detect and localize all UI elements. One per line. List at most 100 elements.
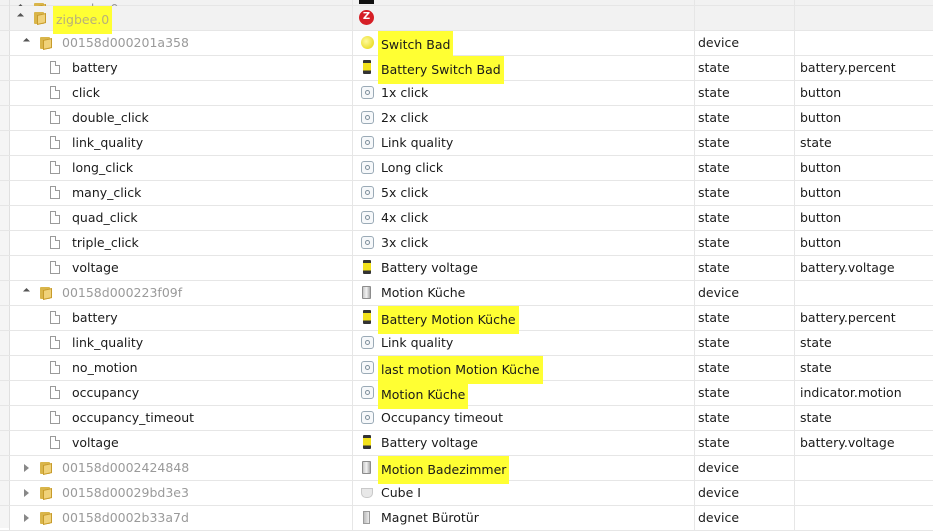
file-icon [50, 61, 60, 74]
state-icon [361, 236, 374, 249]
object-id[interactable]: voltage [72, 431, 119, 455]
object-title: Motion Küche [381, 285, 466, 300]
object-id[interactable]: 00158d000201a358 [62, 31, 189, 55]
object-id[interactable]: zigbee.0 [53, 6, 113, 34]
logo-icon [359, 0, 374, 4]
tree-state-row[interactable]: link_quality Link quality state state [0, 131, 933, 156]
tree-line [9, 56, 10, 80]
file-icon [50, 111, 60, 124]
tree-folder-row[interactable]: 00158d0002424848 Motion Badezimmer device [0, 456, 933, 484]
battery-icon [363, 310, 371, 324]
object-id[interactable]: 00158d000223f09f [62, 281, 182, 305]
name-cell: voltage [0, 256, 352, 280]
tree-state-row[interactable]: many_click 5x click state button [0, 181, 933, 206]
tree-folder-row[interactable]: 00158d00029bd3e3 Cube I device [0, 481, 933, 506]
tree-state-row[interactable]: battery Battery Motion Küche state battery.… [0, 306, 933, 334]
file-icon [50, 136, 60, 149]
object-id[interactable]: no_motion [72, 356, 138, 380]
tree-line [9, 506, 10, 530]
object-id[interactable]: occupancy [72, 381, 139, 405]
object-id[interactable]: many_click [72, 181, 141, 205]
object-title: Switch Bad [378, 31, 454, 59]
title-cell: Cube I [352, 481, 695, 505]
object-id[interactable]: link_quality [72, 331, 143, 355]
yellow-ball-icon [361, 36, 374, 49]
tree-state-row[interactable]: triple_click 3x click state button [0, 231, 933, 256]
tree-state-row[interactable]: quad_click 4x click state button [0, 206, 933, 231]
motion-sensor-icon [362, 461, 371, 474]
tree-state-row[interactable]: click 1x click state button [0, 81, 933, 106]
tree-state-row[interactable]: link_quality Link quality state state [0, 331, 933, 356]
state-icon [361, 361, 374, 374]
object-id[interactable]: voltage [72, 256, 119, 280]
object-title: Link quality [381, 135, 454, 150]
object-role: state [794, 131, 933, 155]
object-type: state [694, 156, 794, 180]
object-type: state [694, 256, 794, 280]
object-id[interactable]: click [72, 81, 100, 105]
object-type: state [694, 306, 794, 330]
object-id[interactable]: 00158d0002b33a7d [62, 506, 189, 530]
title-cell: 1x click [352, 81, 695, 105]
tree-line [9, 156, 10, 180]
tree-folder-row[interactable]: 00158d000201a358 Switch Bad device [0, 31, 933, 59]
object-id[interactable]: battery [72, 56, 118, 80]
object-id[interactable]: double_click [72, 106, 149, 130]
tree-line [9, 256, 10, 280]
name-cell: 00158d000223f09f [0, 281, 352, 305]
tree-state-row[interactable]: battery Battery Switch Bad state battery.pe… [0, 56, 933, 84]
state-icon [361, 211, 374, 224]
object-type: state [694, 381, 794, 405]
expand-arrow-icon[interactable] [24, 514, 29, 522]
tree-state-row[interactable]: voltage Battery voltage state battery.volta… [0, 431, 933, 456]
object-title: Battery voltage [381, 435, 478, 450]
file-icon [50, 186, 60, 199]
object-role: button [794, 81, 933, 105]
name-cell: battery [0, 56, 352, 80]
tree-state-row[interactable]: double_click 2x click state button [0, 106, 933, 131]
tree-line [9, 456, 10, 480]
tree-folder-row[interactable]: 00158d0002b33a7d Magnet Bürotür device [0, 506, 933, 531]
object-type: device [694, 481, 794, 505]
tree-state-row[interactable]: occupancy Motion Küche state indicator.moti… [0, 381, 933, 409]
object-id[interactable]: occupancy_timeout [72, 406, 194, 430]
tree-state-row[interactable]: no_motion last motion Motion Küche state st… [0, 356, 933, 384]
object-id[interactable]: link_quality [72, 131, 143, 155]
object-type: state [694, 81, 794, 105]
expand-arrow-icon[interactable] [24, 489, 29, 497]
tree-line [9, 331, 10, 355]
collapse-arrow-icon[interactable] [16, 12, 25, 21]
state-icon [361, 386, 374, 399]
state-icon [361, 161, 374, 174]
object-tree[interactable]: yamaha.0zigbee.0Z00158d000201a358Switch … [0, 0, 933, 531]
tree-line [9, 181, 10, 205]
state-icon [361, 186, 374, 199]
object-id[interactable]: 00158d0002424848 [62, 456, 189, 480]
file-icon [50, 161, 60, 174]
object-title: 2x click [381, 110, 429, 125]
object-role [794, 456, 933, 480]
object-id[interactable]: triple_click [72, 231, 139, 255]
tree-state-row[interactable]: long_click Long click state button [0, 156, 933, 181]
tree-state-row[interactable]: voltage Battery voltage state battery.volta… [0, 256, 933, 281]
tree-folder-row[interactable]: 00158d000223f09f Motion Küche device [0, 281, 933, 306]
title-cell: Motion Badezimmer [352, 456, 695, 484]
expand-arrow-icon[interactable] [24, 464, 29, 472]
collapse-arrow-icon[interactable] [22, 287, 31, 296]
folder-icon [40, 286, 52, 300]
tree-line [9, 6, 10, 30]
object-role: state [794, 356, 933, 380]
object-id[interactable]: battery [72, 306, 118, 330]
object-id[interactable]: long_click [72, 156, 133, 180]
state-icon [361, 136, 374, 149]
object-id[interactable]: quad_click [72, 206, 138, 230]
tree-state-row[interactable]: occupancy_timeout Occupancy timeout state s… [0, 406, 933, 431]
title-cell: Z [352, 6, 695, 30]
object-title: Long click [381, 160, 444, 175]
collapse-arrow-icon[interactable] [22, 37, 31, 46]
object-id[interactable]: 00158d00029bd3e3 [62, 481, 189, 505]
object-type: state [694, 431, 794, 455]
file-icon [50, 361, 60, 374]
folder-icon [40, 461, 52, 475]
tree-folder-row[interactable]: zigbee.0 Z [0, 6, 933, 34]
